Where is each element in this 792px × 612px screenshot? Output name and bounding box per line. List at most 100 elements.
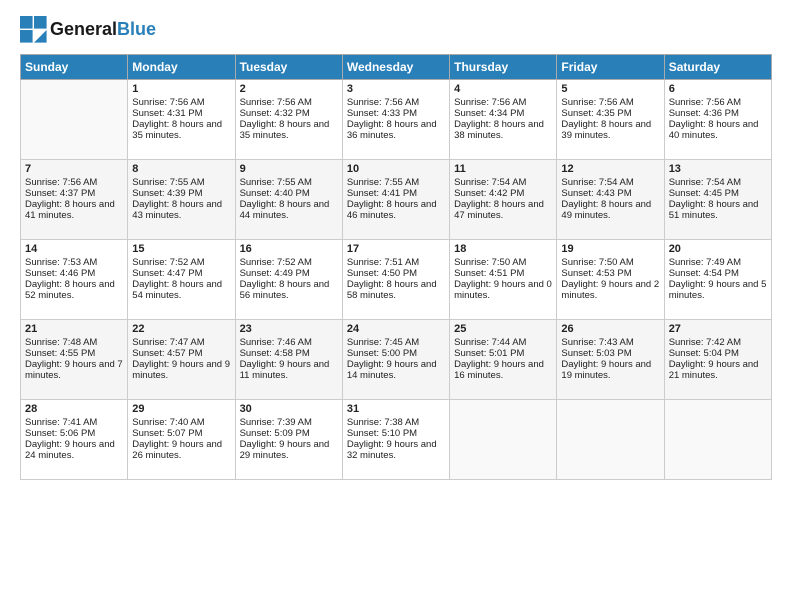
sunrise-text: Sunrise: 7:56 AM bbox=[132, 97, 230, 108]
daylight-text: Daylight: 9 hours and 2 minutes. bbox=[561, 279, 659, 301]
day-number: 25 bbox=[454, 323, 552, 335]
daylight-text: Daylight: 9 hours and 11 minutes. bbox=[240, 359, 338, 381]
sunset-text: Sunset: 4:32 PM bbox=[240, 108, 338, 119]
sunset-text: Sunset: 5:09 PM bbox=[240, 428, 338, 439]
sunrise-text: Sunrise: 7:53 AM bbox=[25, 257, 123, 268]
col-sunday: Sunday bbox=[21, 55, 128, 80]
sunrise-text: Sunrise: 7:56 AM bbox=[240, 97, 338, 108]
daylight-text: Daylight: 9 hours and 24 minutes. bbox=[25, 439, 123, 461]
day-number: 8 bbox=[132, 163, 230, 175]
sunset-text: Sunset: 4:54 PM bbox=[669, 268, 767, 279]
sunset-text: Sunset: 4:50 PM bbox=[347, 268, 445, 279]
daylight-text: Daylight: 8 hours and 46 minutes. bbox=[347, 199, 445, 221]
day-number: 18 bbox=[454, 243, 552, 255]
sunset-text: Sunset: 4:58 PM bbox=[240, 348, 338, 359]
table-row: 14Sunrise: 7:53 AMSunset: 4:46 PMDayligh… bbox=[21, 240, 128, 320]
day-number: 26 bbox=[561, 323, 659, 335]
col-thursday: Thursday bbox=[450, 55, 557, 80]
daylight-text: Daylight: 8 hours and 35 minutes. bbox=[240, 119, 338, 141]
table-row: 15Sunrise: 7:52 AMSunset: 4:47 PMDayligh… bbox=[128, 240, 235, 320]
day-number: 10 bbox=[347, 163, 445, 175]
sunrise-text: Sunrise: 7:56 AM bbox=[561, 97, 659, 108]
daylight-text: Daylight: 9 hours and 5 minutes. bbox=[669, 279, 767, 301]
daylight-text: Daylight: 8 hours and 51 minutes. bbox=[669, 199, 767, 221]
sunset-text: Sunset: 4:43 PM bbox=[561, 188, 659, 199]
sunrise-text: Sunrise: 7:55 AM bbox=[347, 177, 445, 188]
daylight-text: Daylight: 8 hours and 36 minutes. bbox=[347, 119, 445, 141]
day-number: 3 bbox=[347, 83, 445, 95]
sunrise-text: Sunrise: 7:50 AM bbox=[454, 257, 552, 268]
logo-text: GeneralBlue bbox=[50, 20, 156, 40]
day-number: 17 bbox=[347, 243, 445, 255]
sunset-text: Sunset: 5:06 PM bbox=[25, 428, 123, 439]
table-row: 21 Sunrise: 7:48 AMSunset: 4:55 PMDayligh… bbox=[21, 320, 128, 400]
day-number: 11 bbox=[454, 163, 552, 175]
day-number: 21 bbox=[25, 323, 123, 335]
logo-line1: GeneralBlue bbox=[50, 20, 156, 40]
sunrise-text: Sunrise: 7:41 AM bbox=[25, 417, 123, 428]
day-number: 16 bbox=[240, 243, 338, 255]
sunset-text: Sunset: 4:36 PM bbox=[669, 108, 767, 119]
sunrise-text: Sunrise: 7:48 AM bbox=[25, 337, 123, 348]
table-row bbox=[557, 400, 664, 480]
day-number: 30 bbox=[240, 403, 338, 415]
daylight-text: Daylight: 9 hours and 16 minutes. bbox=[454, 359, 552, 381]
sunrise-text: Sunrise: 7:43 AM bbox=[561, 337, 659, 348]
daylight-text: Daylight: 9 hours and 14 minutes. bbox=[347, 359, 445, 381]
sunset-text: Sunset: 4:55 PM bbox=[25, 348, 123, 359]
header-row: Sunday Monday Tuesday Wednesday Thursday… bbox=[21, 55, 772, 80]
day-number: 14 bbox=[25, 243, 123, 255]
table-row: 16Sunrise: 7:52 AMSunset: 4:49 PMDayligh… bbox=[235, 240, 342, 320]
table-row: 4Sunrise: 7:56 AMSunset: 4:34 PMDaylight… bbox=[450, 80, 557, 160]
sunrise-text: Sunrise: 7:47 AM bbox=[132, 337, 230, 348]
logo: GeneralBlue bbox=[20, 16, 156, 44]
table-row: 6Sunrise: 7:56 AMSunset: 4:36 PMDaylight… bbox=[664, 80, 771, 160]
daylight-text: Daylight: 8 hours and 49 minutes. bbox=[561, 199, 659, 221]
table-row: 1Sunrise: 7:56 AMSunset: 4:31 PMDaylight… bbox=[128, 80, 235, 160]
day-number: 9 bbox=[240, 163, 338, 175]
table-row: 9Sunrise: 7:55 AMSunset: 4:40 PMDaylight… bbox=[235, 160, 342, 240]
logo-icon bbox=[20, 16, 48, 44]
sunrise-text: Sunrise: 7:52 AM bbox=[132, 257, 230, 268]
sunrise-text: Sunrise: 7:56 AM bbox=[347, 97, 445, 108]
week-row: 1Sunrise: 7:56 AMSunset: 4:31 PMDaylight… bbox=[21, 80, 772, 160]
day-number: 22 bbox=[132, 323, 230, 335]
sunrise-text: Sunrise: 7:54 AM bbox=[669, 177, 767, 188]
sunset-text: Sunset: 4:53 PM bbox=[561, 268, 659, 279]
sunrise-text: Sunrise: 7:56 AM bbox=[669, 97, 767, 108]
table-row: 7Sunrise: 7:56 AMSunset: 4:37 PMDaylight… bbox=[21, 160, 128, 240]
table-row: 20Sunrise: 7:49 AMSunset: 4:54 PMDayligh… bbox=[664, 240, 771, 320]
day-number: 29 bbox=[132, 403, 230, 415]
table-row: 22Sunrise: 7:47 AMSunset: 4:57 PMDayligh… bbox=[128, 320, 235, 400]
day-number: 23 bbox=[240, 323, 338, 335]
sunrise-text: Sunrise: 7:56 AM bbox=[454, 97, 552, 108]
daylight-text: Daylight: 9 hours and 7 minutes. bbox=[25, 359, 123, 381]
table-row bbox=[21, 80, 128, 160]
calendar-table: Sunday Monday Tuesday Wednesday Thursday… bbox=[20, 54, 772, 480]
sunrise-text: Sunrise: 7:40 AM bbox=[132, 417, 230, 428]
table-row: 23Sunrise: 7:46 AMSunset: 4:58 PMDayligh… bbox=[235, 320, 342, 400]
sunrise-text: Sunrise: 7:51 AM bbox=[347, 257, 445, 268]
day-number: 7 bbox=[25, 163, 123, 175]
day-number: 27 bbox=[669, 323, 767, 335]
sunrise-text: Sunrise: 7:50 AM bbox=[561, 257, 659, 268]
sunset-text: Sunset: 4:34 PM bbox=[454, 108, 552, 119]
sunset-text: Sunset: 5:03 PM bbox=[561, 348, 659, 359]
table-row: 27Sunrise: 7:42 AMSunset: 5:04 PMDayligh… bbox=[664, 320, 771, 400]
table-row: 31Sunrise: 7:38 AMSunset: 5:10 PMDayligh… bbox=[342, 400, 449, 480]
week-row: 28Sunrise: 7:41 AMSunset: 5:06 PMDayligh… bbox=[21, 400, 772, 480]
daylight-text: Daylight: 8 hours and 38 minutes. bbox=[454, 119, 552, 141]
col-tuesday: Tuesday bbox=[235, 55, 342, 80]
daylight-text: Daylight: 9 hours and 32 minutes. bbox=[347, 439, 445, 461]
daylight-text: Daylight: 8 hours and 41 minutes. bbox=[25, 199, 123, 221]
table-row: 2 Sunrise: 7:56 AMSunset: 4:32 PMDaylight… bbox=[235, 80, 342, 160]
daylight-text: Daylight: 8 hours and 35 minutes. bbox=[132, 119, 230, 141]
sunset-text: Sunset: 4:35 PM bbox=[561, 108, 659, 119]
sunset-text: Sunset: 4:39 PM bbox=[132, 188, 230, 199]
table-row: 8Sunrise: 7:55 AMSunset: 4:39 PMDaylight… bbox=[128, 160, 235, 240]
col-saturday: Saturday bbox=[664, 55, 771, 80]
sunset-text: Sunset: 4:51 PM bbox=[454, 268, 552, 279]
day-number: 13 bbox=[669, 163, 767, 175]
day-number: 2 bbox=[240, 83, 338, 95]
sunset-text: Sunset: 4:47 PM bbox=[132, 268, 230, 279]
